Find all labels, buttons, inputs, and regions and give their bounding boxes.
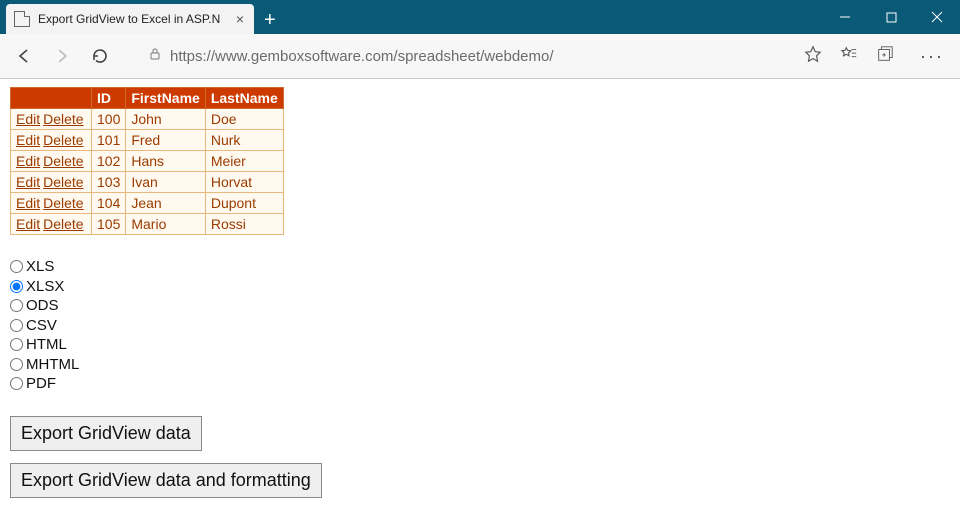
minimize-button[interactable]	[822, 0, 868, 34]
cell-id: 100	[92, 109, 126, 130]
table-row: EditDelete100JohnDoe	[11, 109, 284, 130]
format-label: XLS	[26, 257, 54, 277]
delete-link[interactable]: Delete	[43, 195, 83, 211]
minimize-icon	[839, 11, 851, 23]
lock-icon	[148, 47, 162, 66]
cell-id: 104	[92, 193, 126, 214]
cell-first: Ivan	[126, 172, 205, 193]
page-content: ID FirstName LastName EditDelete100JohnD…	[0, 79, 960, 520]
cell-last: Doe	[205, 109, 283, 130]
cell-id: 103	[92, 172, 126, 193]
gridview-table: ID FirstName LastName EditDelete100JohnD…	[10, 87, 284, 235]
edit-link[interactable]: Edit	[16, 216, 40, 232]
close-tab-icon[interactable]: ×	[236, 12, 244, 26]
format-option[interactable]: XLSX	[10, 277, 950, 297]
address-bar[interactable]: https://www.gembox­software.com/spreadsh…	[142, 47, 790, 66]
format-radio[interactable]	[10, 358, 23, 371]
format-label: MHTML	[26, 355, 79, 375]
col-header-commands	[11, 88, 92, 109]
format-radio-group: XLSXLSXODSCSVHTMLMHTMLPDF	[10, 257, 950, 394]
cell-id: 101	[92, 130, 126, 151]
refresh-button[interactable]	[84, 40, 116, 72]
delete-link[interactable]: Delete	[43, 111, 83, 127]
cell-first: Mario	[126, 214, 205, 235]
maximize-icon	[886, 12, 897, 23]
table-row: EditDelete104JeanDupont	[11, 193, 284, 214]
format-radio[interactable]	[10, 299, 23, 312]
format-option[interactable]: XLS	[10, 257, 950, 277]
browser-tab[interactable]: Export GridView to Excel in ASP.N ×	[6, 4, 254, 34]
favorites-list-icon[interactable]	[840, 45, 858, 68]
collections-icon[interactable]	[876, 45, 894, 68]
edit-link[interactable]: Edit	[16, 195, 40, 211]
format-option[interactable]: CSV	[10, 316, 950, 336]
format-option[interactable]: MHTML	[10, 355, 950, 375]
url-text: https://www.gembox­software.com/spreadsh…	[170, 48, 554, 65]
table-row: EditDelete103IvanHorvat	[11, 172, 284, 193]
page-icon	[14, 11, 30, 27]
cell-commands: EditDelete	[11, 193, 92, 214]
close-window-button[interactable]	[914, 0, 960, 34]
format-radio[interactable]	[10, 260, 23, 273]
delete-link[interactable]: Delete	[43, 153, 83, 169]
format-label: ODS	[26, 296, 59, 316]
new-tab-button[interactable]: +	[264, 10, 276, 30]
cell-commands: EditDelete	[11, 130, 92, 151]
edit-link[interactable]: Edit	[16, 174, 40, 190]
cell-last: Rossi	[205, 214, 283, 235]
cell-last: Nurk	[205, 130, 283, 151]
format-option[interactable]: ODS	[10, 296, 950, 316]
format-label: XLSX	[26, 277, 64, 297]
cell-commands: EditDelete	[11, 214, 92, 235]
delete-link[interactable]: Delete	[43, 174, 83, 190]
cell-id: 105	[92, 214, 126, 235]
cell-first: Fred	[126, 130, 205, 151]
table-row: EditDelete102HansMeier	[11, 151, 284, 172]
cell-last: Meier	[205, 151, 283, 172]
cell-last: Horvat	[205, 172, 283, 193]
format-radio[interactable]	[10, 319, 23, 332]
back-button[interactable]	[8, 40, 40, 72]
table-row: EditDelete101FredNurk	[11, 130, 284, 151]
window-controls	[822, 0, 960, 34]
col-header-id: ID	[92, 88, 126, 109]
format-option[interactable]: HTML	[10, 335, 950, 355]
format-label: HTML	[26, 335, 67, 355]
cell-first: Hans	[126, 151, 205, 172]
edit-link[interactable]: Edit	[16, 153, 40, 169]
tab-title: Export GridView to Excel in ASP.N	[38, 12, 228, 26]
delete-link[interactable]: Delete	[43, 132, 83, 148]
edit-link[interactable]: Edit	[16, 132, 40, 148]
format-label: PDF	[26, 374, 56, 394]
delete-link[interactable]: Delete	[43, 216, 83, 232]
cell-id: 102	[92, 151, 126, 172]
table-row: EditDelete105MarioRossi	[11, 214, 284, 235]
export-data-button[interactable]: Export GridView data	[10, 416, 202, 451]
close-icon	[931, 11, 943, 23]
forward-button[interactable]	[46, 40, 78, 72]
col-header-firstname: FirstName	[126, 88, 205, 109]
cell-first: John	[126, 109, 205, 130]
edit-link[interactable]: Edit	[16, 111, 40, 127]
more-menu-button[interactable]: ···	[920, 46, 944, 67]
cell-commands: EditDelete	[11, 151, 92, 172]
cell-commands: EditDelete	[11, 172, 92, 193]
browser-toolbar: https://www.gembox­software.com/spreadsh…	[0, 34, 960, 79]
format-radio[interactable]	[10, 280, 23, 293]
col-header-lastname: LastName	[205, 88, 283, 109]
format-option[interactable]: PDF	[10, 374, 950, 394]
window-titlebar: Export GridView to Excel in ASP.N × +	[0, 0, 960, 34]
favorite-icon[interactable]	[804, 45, 822, 68]
format-label: CSV	[26, 316, 57, 336]
cell-first: Jean	[126, 193, 205, 214]
cell-last: Dupont	[205, 193, 283, 214]
format-radio[interactable]	[10, 338, 23, 351]
export-data-formatting-button[interactable]: Export GridView data and formatting	[10, 463, 322, 498]
format-radio[interactable]	[10, 377, 23, 390]
maximize-button[interactable]	[868, 0, 914, 34]
cell-commands: EditDelete	[11, 109, 92, 130]
